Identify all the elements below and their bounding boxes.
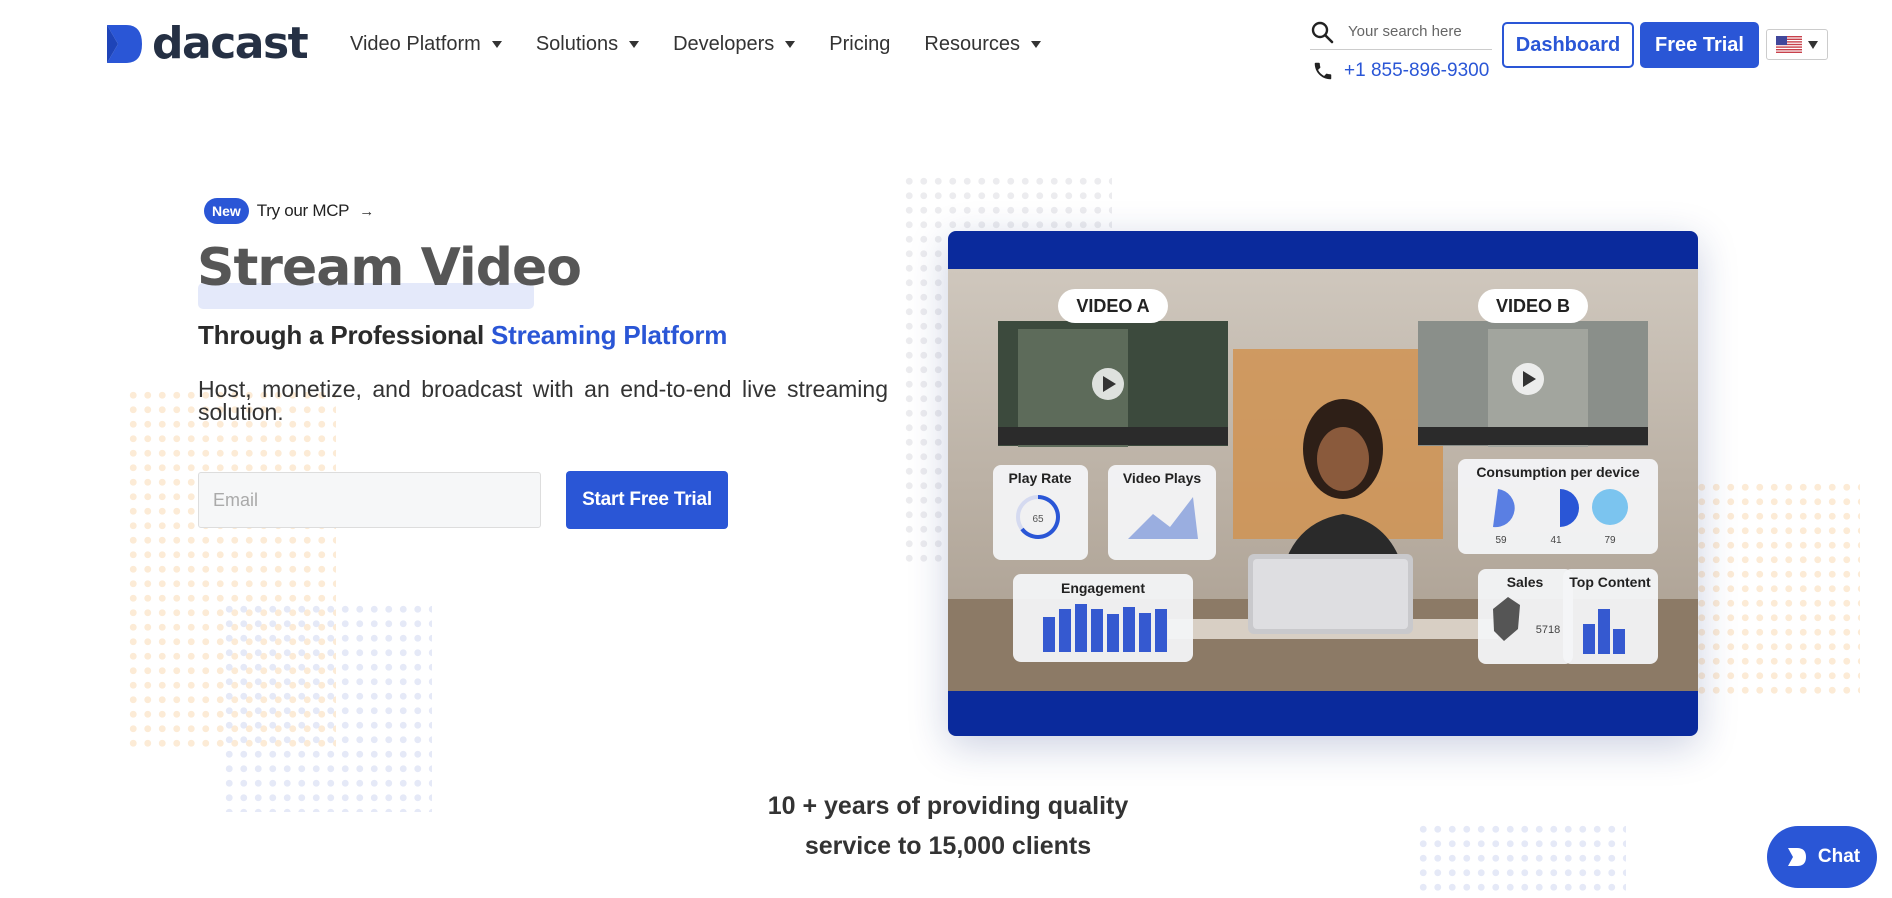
caret-down-icon (1031, 40, 1042, 48)
us-flag-icon (1776, 36, 1802, 53)
search-input[interactable] (1348, 23, 1488, 40)
video-a-label: VIDEO A (1076, 296, 1149, 316)
chat-icon (1787, 848, 1806, 866)
analytics-office-illustration: VIDEO A VIDEO B Play Rate 65 Video Plays… (948, 269, 1698, 691)
chat-label: Chat (1817, 846, 1861, 867)
nav-label: Solutions (535, 32, 619, 55)
nav-label: Developers (673, 32, 775, 55)
arrow-right-icon: → (359, 202, 375, 220)
stats-line-2: service to 15,000 clients (804, 832, 1092, 860)
phone-icon (1314, 62, 1332, 80)
dot-pattern-blue-bottom (1416, 822, 1626, 898)
mcp-announcement-link[interactable]: New Try our MCP → (204, 198, 374, 224)
nav-label: Pricing (829, 32, 891, 55)
hero-video-player[interactable]: VIDEO A VIDEO B Play Rate 65 Video Plays… (948, 231, 1698, 736)
device-value-3: 79 (1604, 535, 1616, 546)
subtitle-highlight: Streaming Platform (491, 320, 728, 350)
free-trial-button[interactable]: Free Trial (1640, 22, 1759, 68)
nav-label: Resources (924, 32, 1021, 55)
consumption-label: Consumption per device (1476, 464, 1640, 480)
nav-video-platform[interactable]: Video Platform (350, 33, 502, 56)
start-free-trial-button[interactable]: Start Free Trial (566, 471, 728, 529)
subtitle-prefix: Through a Professional (198, 320, 491, 350)
stats-text: 10 + years of providing quality service … (700, 786, 1196, 866)
nav-pricing[interactable]: Pricing (829, 33, 890, 56)
sales-value: 5718 (1536, 624, 1560, 636)
hero-subtitle: Through a Professional Streaming Platfor… (198, 320, 727, 351)
dacast-logo-mark-icon (107, 25, 142, 63)
video-plays-label: Video Plays (1123, 470, 1202, 486)
chat-button[interactable]: Chat (1767, 826, 1877, 888)
caret-down-icon (491, 40, 502, 48)
dacast-logo[interactable]: dacast (104, 18, 309, 69)
caret-down-icon (629, 40, 640, 48)
device-value-2: 41 (1550, 535, 1562, 546)
language-selector[interactable] (1766, 29, 1828, 60)
play-rate-label: Play Rate (1008, 470, 1071, 486)
play-rate-value: 65 (1032, 514, 1044, 525)
dot-pattern-orange-left (126, 388, 336, 748)
search-icon[interactable] (1310, 20, 1334, 44)
device-value-1: 59 (1495, 535, 1507, 546)
dashboard-button[interactable]: Dashboard (1502, 22, 1634, 68)
search-box (1310, 14, 1492, 50)
engagement-label: Engagement (1061, 580, 1145, 596)
sales-label: Sales (1507, 574, 1544, 590)
dot-pattern-blue-left (222, 602, 432, 812)
mcp-text: Try our MCP (256, 201, 350, 220)
main-nav: Video Platform Solutions Developers Pric… (350, 30, 1075, 58)
nav-resources[interactable]: Resources (924, 32, 1042, 56)
video-b-label: VIDEO B (1496, 296, 1570, 316)
phone-number-link[interactable]: +1 855-896-9300 (1344, 60, 1489, 82)
new-badge: New (204, 198, 249, 224)
hero-description: Host, monetize, and broadcast with an en… (198, 376, 888, 425)
stats-line-1: 10 + years of providing quality (767, 792, 1129, 820)
caret-down-icon (1808, 40, 1818, 49)
brand-name: dacast (152, 18, 309, 69)
caret-down-icon (785, 40, 796, 48)
email-field[interactable] (198, 472, 541, 528)
top-content-label: Top Content (1569, 574, 1651, 590)
nav-solutions[interactable]: Solutions (535, 32, 640, 56)
phone-contact[interactable]: +1 855-896-9300 (1312, 60, 1489, 82)
nav-developers[interactable]: Developers (673, 32, 796, 56)
dot-pattern-orange-right (1680, 480, 1860, 696)
nav-label: Video Platform (350, 32, 481, 55)
hero-title: Stream Video (197, 238, 582, 298)
